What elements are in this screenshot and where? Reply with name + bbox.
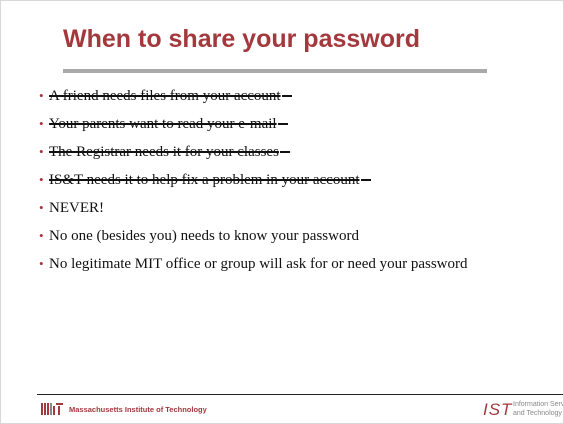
slide-title: When to share your password	[63, 25, 421, 53]
slide: When to share your password • A friend n…	[0, 0, 564, 424]
ist-logo-icon: IST	[483, 400, 513, 419]
bullet-dot: •	[39, 200, 44, 215]
bullet-dot: •	[39, 144, 44, 159]
strike-line	[277, 122, 288, 125]
list-item: • A friend needs files from your account	[39, 87, 509, 105]
ist-footer-name: Information Services and Technology	[513, 401, 564, 418]
ist-line-2: and Technology	[513, 409, 562, 417]
bullet-text: Your parents want to read your e-mail	[49, 116, 277, 132]
bullet-dot: •	[39, 256, 44, 271]
list-item: • IS&T needs it to help fix a problem in…	[39, 171, 509, 189]
bullet-text: IS&T needs it to help fix a problem in y…	[49, 172, 360, 188]
mit-logo-icon	[41, 403, 63, 415]
list-item: • No one (besides you) needs to know you…	[39, 227, 509, 245]
bullet-text: No legitimate MIT office or group will a…	[49, 256, 468, 272]
mit-footer-name: Massachusetts Institute of Technology	[69, 405, 207, 414]
footer-divider	[37, 394, 563, 395]
strike-line	[281, 94, 292, 97]
title-underline	[63, 69, 487, 73]
ist-line-1: Information Services	[513, 401, 564, 408]
list-item: • No legitimate MIT office or group will…	[39, 255, 509, 273]
strike-line	[279, 150, 290, 153]
bullet-dot: •	[39, 88, 44, 103]
bullet-text: The Registrar needs it for your classes	[49, 144, 279, 160]
bullet-text: NEVER!	[49, 200, 104, 216]
bullet-dot: •	[39, 228, 44, 243]
list-item: • Your parents want to read your e-mail	[39, 115, 509, 133]
bullet-text: No one (besides you) needs to know your …	[49, 228, 359, 244]
bullet-list: • A friend needs files from your account…	[39, 87, 509, 283]
bullet-text: A friend needs files from your account	[49, 88, 281, 104]
list-item: • The Registrar needs it for your classe…	[39, 143, 509, 161]
bullet-dot: •	[39, 116, 44, 131]
strike-line	[360, 178, 371, 181]
list-item: • NEVER!	[39, 199, 509, 217]
bullet-dot: •	[39, 172, 44, 187]
